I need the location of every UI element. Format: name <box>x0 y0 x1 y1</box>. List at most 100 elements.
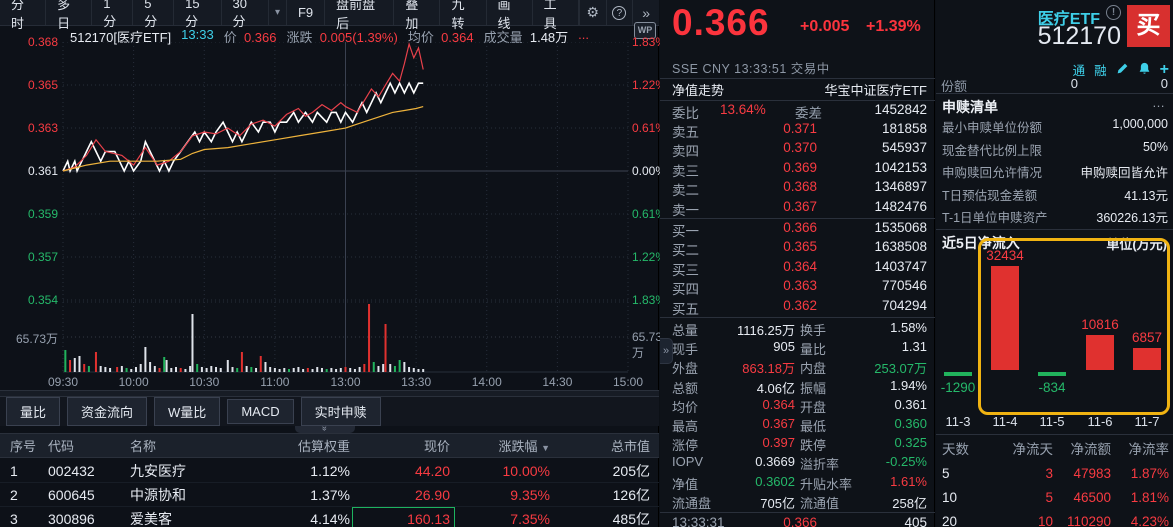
x-axis-time-label: 10:00 <box>109 375 159 389</box>
x-axis-time-label: 13:30 <box>391 375 441 389</box>
ask-row-1: 卖五0.371181858 <box>660 121 935 140</box>
tick-price: 0.366 <box>783 515 817 527</box>
holdings-cell: 9.35% <box>510 483 550 507</box>
flow-cell: 1.81% <box>1131 486 1169 510</box>
toolbar-item-2[interactable]: 盘前盘后 <box>325 0 394 25</box>
fene-row: 份额 0 0 <box>936 76 1173 92</box>
trading-terminal: 分时多日1分5分15分30分▾F9盘前盘后叠加九转画线工具⚙?» 512170[… <box>0 0 1173 527</box>
toolbar-item-4[interactable]: 九转 <box>440 0 486 25</box>
toolbar-item-1[interactable]: F9 <box>287 0 325 25</box>
flow-bar-negative <box>944 372 972 376</box>
panel-collapse-handle[interactable]: » <box>660 338 673 364</box>
x-axis-time-label: 15:00 <box>603 375 653 389</box>
help-icon[interactable]: ? <box>606 0 633 25</box>
y-axis-price-label: 0.368 <box>0 35 58 49</box>
holdings-cell: 300896 <box>48 507 95 527</box>
flow-cell: 4.23% <box>1131 510 1169 527</box>
stat-row-10: 流通盘705亿流通值258亿 <box>660 493 935 512</box>
vol-axis-label-right: 65.73万 <box>632 330 662 361</box>
x-axis-time-label: 14:30 <box>532 375 582 389</box>
holdings-cell: 002432 <box>48 459 95 483</box>
period-tab-6[interactable]: 30分 <box>222 0 269 25</box>
redeem-row-2: 现金替代比例上限50% <box>936 140 1173 163</box>
flow-x-label: 11-7 <box>1124 414 1170 429</box>
holdings-cell: 2 <box>10 483 18 507</box>
holdings-row-2[interactable]: 2600645中源协和1.37%26.909.35%126亿 <box>0 483 659 507</box>
info-icon[interactable]: ! <box>1106 5 1121 20</box>
flow-header-3: 净流额 <box>1071 438 1112 462</box>
stat-row-4: 总额4.06亿振幅1.94% <box>660 378 935 397</box>
fene-value-2: 0 <box>1161 76 1168 91</box>
x-axis-time-label: 11:00 <box>250 375 300 389</box>
bottom-tab-4[interactable]: MACD <box>227 399 293 424</box>
collapse-chevron-icon[interactable]: » <box>295 426 355 433</box>
stat-row-1: 总量1116.25万换手1.58% <box>660 320 935 339</box>
toolbar-item-5[interactable]: 画线 <box>487 0 533 25</box>
y-axis-price-label: 0.365 <box>0 78 58 92</box>
settings-gear-icon[interactable]: ⚙ <box>579 0 606 25</box>
toolbar-item-3[interactable]: 叠加 <box>394 0 440 25</box>
stat-row-6: 最高0.367最低0.360 <box>660 416 935 435</box>
holdings-row-3[interactable]: 3300896爱美客4.14%160.137.35%485亿 <box>0 507 659 527</box>
holdings-header-6[interactable]: 涨跌幅 ▼ <box>498 434 550 459</box>
stat-row-2: 现手905量比1.31 <box>660 339 935 358</box>
buy-button[interactable]: 买 <box>1127 5 1170 47</box>
period-tab-1[interactable]: 分时 <box>0 0 46 25</box>
price-change: +0.005 <box>800 18 849 36</box>
bottom-tab-2[interactable]: 资金流向 <box>67 397 147 426</box>
holdings-header-2[interactable]: 代码 <box>48 434 74 459</box>
chart-toolbar: 分时多日1分5分15分30分▾F9盘前盘后叠加九转画线工具⚙?» <box>0 0 659 26</box>
weicha-label: 委差 <box>795 102 822 122</box>
bottom-tab-3[interactable]: W量比 <box>154 397 220 426</box>
period-tab-2[interactable]: 多日 <box>46 0 92 25</box>
bottom-tab-1[interactable]: 量比 <box>6 397 60 426</box>
period-tab-4[interactable]: 5分 <box>133 0 174 25</box>
nav-trend-row[interactable]: 净值走势 华宝中证医疗ETF <box>660 80 935 100</box>
intraday-chart[interactable]: 0.3680.3650.3630.3610.3590.3570.3541.83%… <box>0 42 659 390</box>
holdings-header-4[interactable]: 估算权重 <box>298 434 350 459</box>
sort-desc-icon[interactable]: ▼ <box>541 443 550 453</box>
stat-row-9: 净值0.3602升贴水率1.61% <box>660 474 935 493</box>
flow-cell: 20 <box>942 510 957 527</box>
bottom-tab-5[interactable]: 实时申赎 <box>301 397 381 426</box>
holdings-header-1[interactable]: 序号 <box>10 434 36 459</box>
stat-row-5: 均价0.364开盘0.361 <box>660 397 935 416</box>
holdings-header-5[interactable]: 现价 <box>424 434 450 459</box>
holdings-cell: 3 <box>10 507 18 527</box>
price-change-pct: +1.39% <box>866 18 921 36</box>
holdings-cell: 26.90 <box>415 483 450 507</box>
ask-row-2: 卖四0.370545937 <box>660 140 935 159</box>
tick-volume: 405 <box>904 515 927 527</box>
holdings-cell: 44.20 <box>415 459 450 483</box>
flow-x-label: 11-6 <box>1077 414 1123 429</box>
flow-header-2: 净流天 <box>1013 438 1054 462</box>
x-axis-time-label: 14:00 <box>462 375 512 389</box>
ask-row-4: 卖二0.3681346897 <box>660 179 935 198</box>
bid-row-4: 买四0.363770546 <box>660 278 935 297</box>
chart-time: 13:33 <box>181 27 214 43</box>
flow-cell: 47983 <box>1073 462 1111 486</box>
toolbar-item-6[interactable]: 工具 <box>533 0 579 25</box>
weicha-value: 1452842 <box>874 102 927 117</box>
horizontal-splitter[interactable] <box>0 390 659 397</box>
weibi-row: 委比 13.64% 委差 1452842 <box>660 102 935 121</box>
period-tab-3[interactable]: 1分 <box>92 0 133 25</box>
weibi-label: 委比 <box>672 102 699 122</box>
redeem-more-ellipsis[interactable]: … <box>1152 95 1165 110</box>
holdings-cell: 1.12% <box>310 459 350 483</box>
header-overflow-ellipsis[interactable]: ... <box>578 27 589 43</box>
period-tab-5[interactable]: 15分 <box>174 0 221 25</box>
holdings-cell: 126亿 <box>613 483 650 507</box>
y-axis-price-label: 0.363 <box>0 121 58 135</box>
holdings-header-3[interactable]: 名称 <box>130 434 156 459</box>
flow-x-label: 11-5 <box>1029 414 1075 429</box>
holdings-row-1[interactable]: 1002432九安医疗1.12%44.2010.00%205亿 <box>0 459 659 483</box>
holdings-header-7[interactable]: 总市值 <box>611 434 650 459</box>
exchange-status: SSE CNY 13:33:51 交易中 <box>672 58 830 77</box>
tick-time: 13:33:31 <box>672 515 725 527</box>
flow-cell: 5 <box>942 462 950 486</box>
nav-trend-link[interactable]: 净值走势 <box>672 80 724 99</box>
period-dropdown-caret-icon[interactable]: ▾ <box>269 0 287 25</box>
redeem-row-4: T日预估现金差额41.13元 <box>936 185 1173 208</box>
quote-panel: 0.366 +0.005 +1.39% SSE CNY 13:33:51 交易中… <box>660 0 935 527</box>
